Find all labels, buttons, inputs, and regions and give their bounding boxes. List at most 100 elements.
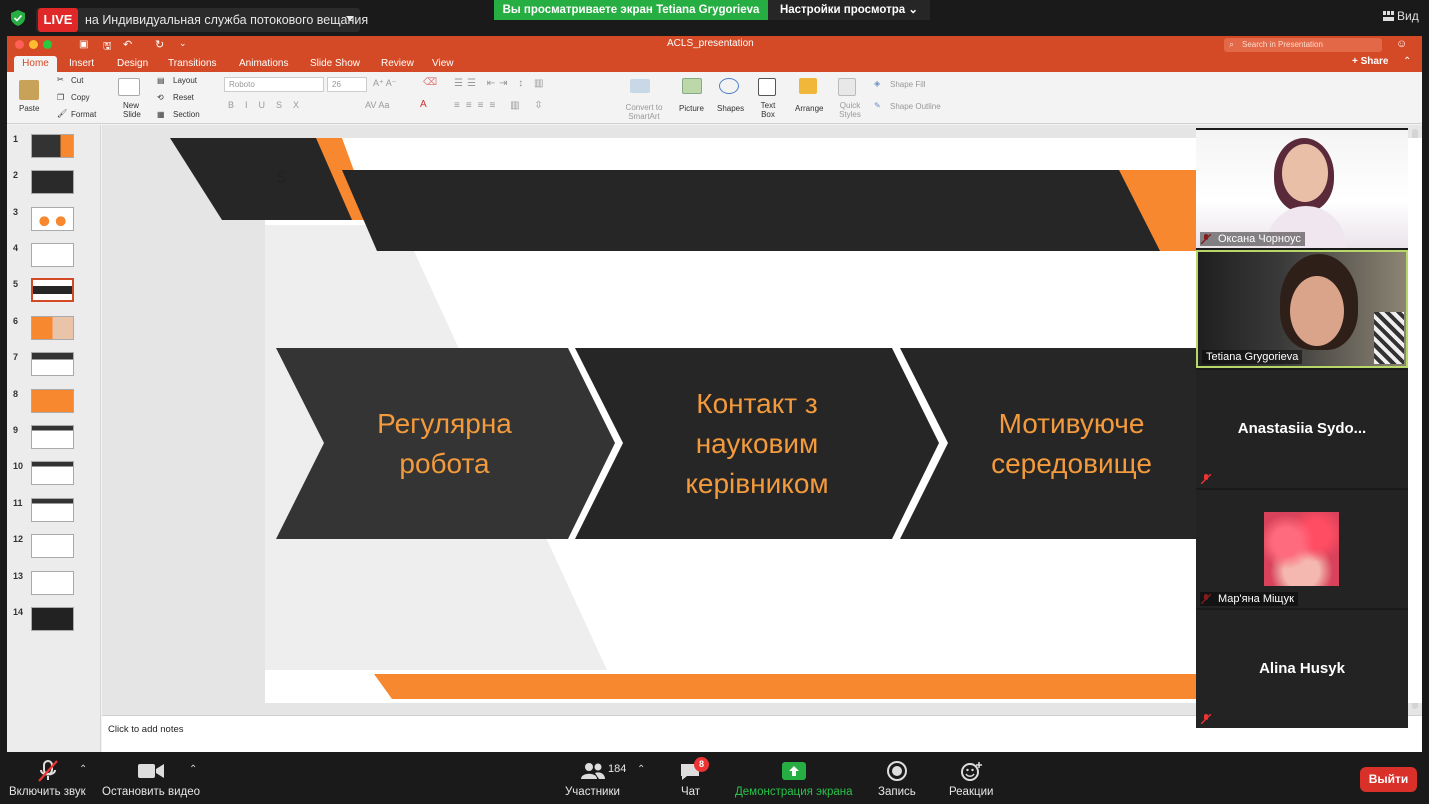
font-name-select[interactable]: Roboto — [224, 77, 324, 92]
undo-icon[interactable]: ↶ — [123, 38, 132, 51]
pen-icon[interactable]: ✎ — [874, 101, 881, 110]
shape-fill-button[interactable]: Shape Fill — [890, 80, 926, 89]
participants-button[interactable]: Участники — [565, 786, 620, 798]
new-slide-icon[interactable] — [118, 78, 140, 96]
tab-insert[interactable]: Insert — [69, 56, 94, 72]
video-tile[interactable]: Мар'яна Міщук — [1196, 490, 1408, 608]
layout-button[interactable]: Layout — [173, 76, 197, 85]
text-format-icons[interactable]: BIUSX — [228, 100, 310, 110]
layout-icon[interactable]: ▤ — [157, 76, 165, 85]
smartart-icon[interactable] — [630, 79, 650, 93]
slide-thumbnail[interactable] — [31, 607, 74, 631]
paste-icon[interactable] — [19, 80, 39, 100]
video-tile-active-speaker[interactable]: Tetiana Grygorieva — [1196, 250, 1408, 368]
video-tile[interactable]: Anastasiia Sydo... — [1196, 370, 1408, 488]
shield-icon[interactable] — [11, 10, 25, 26]
customize-toolbar-icon[interactable]: ⌄ — [179, 38, 187, 49]
participants-count: 184 — [608, 763, 627, 775]
format-button[interactable]: Format — [71, 110, 96, 119]
shapes-icon[interactable] — [719, 78, 739, 94]
slide-thumbnail[interactable] — [31, 534, 74, 558]
slide-thumbnail[interactable] — [31, 170, 74, 194]
minimize-window-button[interactable] — [29, 40, 38, 49]
tab-design[interactable]: Design — [117, 56, 148, 72]
video-tile[interactable]: Оксана Чорноус — [1196, 130, 1408, 248]
reactions-icon[interactable] — [961, 761, 983, 781]
font-size-select[interactable]: 26 — [327, 77, 367, 92]
reactions-button[interactable]: Реакции — [949, 786, 993, 798]
slide-thumbnail[interactable] — [31, 316, 74, 340]
section-button[interactable]: Section — [173, 110, 200, 119]
list-icons[interactable]: ☰☰ ⇤⇥ ↕ ▥ — [454, 78, 547, 89]
video-camera-icon[interactable] — [138, 763, 164, 779]
share-screen-button[interactable]: Демонстрация экрана — [735, 786, 853, 798]
copy-button[interactable]: Copy — [71, 93, 90, 102]
slide-thumbnails-panel[interactable]: 1 2 3 4 5 6 7 8 9 10 11 12 13 14 — [7, 125, 101, 752]
slide-thumbnail[interactable] — [31, 243, 74, 267]
tab-home[interactable]: Home — [14, 56, 57, 72]
shape-outline-button[interactable]: Shape Outline — [890, 102, 941, 111]
slide-thumbnail[interactable] — [31, 498, 74, 522]
reset-icon[interactable]: ⟲ — [157, 93, 164, 102]
participants-icon[interactable] — [580, 762, 606, 780]
cut-button[interactable]: Cut — [71, 76, 83, 85]
section-icon[interactable]: ▦ — [157, 110, 165, 119]
maximize-window-button[interactable] — [43, 40, 52, 49]
collapse-ribbon-icon[interactable]: ⌃ — [1403, 56, 1411, 67]
slide-thumbnail[interactable] — [31, 389, 74, 413]
format-painter-icon[interactable]: 🖌 — [57, 109, 67, 118]
char-spacing-icon[interactable]: AV Aa — [365, 100, 389, 110]
slide-thumbnail-selected[interactable] — [31, 278, 74, 302]
video-tile[interactable]: Alina Husyk — [1196, 610, 1408, 728]
chevron-down-icon[interactable] — [346, 16, 354, 21]
view-button[interactable]: Вид — [1397, 9, 1419, 23]
tab-animations[interactable]: Animations — [239, 56, 288, 72]
slide-number: 7 — [13, 352, 19, 362]
participants-options-chevron[interactable]: ⌃ — [637, 764, 645, 775]
copy-icon[interactable]: ❐ — [57, 93, 64, 102]
search-input[interactable]: Search in Presentation — [1224, 38, 1382, 52]
close-window-button[interactable] — [15, 40, 24, 49]
smiley-feedback-icon[interactable]: ☺ — [1396, 38, 1407, 50]
tab-slide-show[interactable]: Slide Show — [310, 56, 360, 72]
alignment-icons[interactable]: ≡≡≡≡ ▥ ⇳ — [454, 100, 549, 111]
chevron-3-text[interactable]: Мотивуюче середовище — [969, 404, 1174, 484]
scissors-icon[interactable]: ✂ — [57, 75, 64, 84]
paint-bucket-icon[interactable]: ◈ — [874, 79, 880, 88]
chevron-3-line: середовище — [991, 448, 1152, 479]
leave-meeting-button[interactable]: Выйти — [1360, 767, 1417, 792]
audio-options-chevron[interactable]: ⌃ — [79, 764, 87, 775]
slide-thumbnail[interactable] — [31, 461, 74, 485]
record-button[interactable]: Запись — [878, 786, 916, 798]
unmute-button[interactable]: Включить звук — [9, 786, 86, 798]
reset-button[interactable]: Reset — [173, 93, 194, 102]
chevron-2-text[interactable]: Контакт з науковим керівником — [647, 384, 867, 504]
stop-video-button[interactable]: Остановить видео — [102, 786, 200, 798]
record-icon[interactable] — [887, 761, 907, 781]
tab-review[interactable]: Review — [381, 56, 414, 72]
redo-icon[interactable]: ↻ — [155, 38, 164, 51]
slide-thumbnail[interactable] — [31, 571, 74, 595]
chat-button[interactable]: Чат — [681, 786, 700, 798]
slide-thumbnail[interactable] — [31, 134, 74, 158]
slide-thumbnail[interactable] — [31, 425, 74, 449]
share-screen-icon[interactable] — [782, 762, 806, 780]
view-settings-button[interactable]: Настройки просмотра ⌄ — [768, 0, 930, 20]
tab-view[interactable]: View — [432, 56, 454, 72]
slide-thumbnail[interactable] — [31, 352, 74, 376]
grid-icon[interactable] — [1383, 11, 1394, 21]
arrange-icon[interactable] — [799, 78, 817, 94]
chevron-1-text[interactable]: Регулярна робота — [342, 404, 547, 484]
muted-microphone-icon[interactable] — [37, 759, 59, 783]
video-options-chevron[interactable]: ⌃ — [189, 764, 197, 775]
picture-icon[interactable] — [682, 78, 702, 94]
font-size-increase-icon[interactable]: A⁺ A⁻ — [373, 78, 397, 89]
tab-transitions[interactable]: Transitions — [168, 56, 217, 72]
clear-formatting-icon[interactable]: ⌫ — [423, 77, 437, 88]
quick-styles-icon[interactable] — [838, 78, 856, 96]
slide-thumbnail[interactable] — [31, 207, 74, 231]
sidebar-toggle-icon[interactable]: ▣ — [79, 39, 88, 50]
text-box-icon[interactable] — [758, 78, 776, 96]
font-color-icon[interactable]: A — [420, 99, 427, 110]
share-button[interactable]: + Share — [1352, 56, 1388, 67]
